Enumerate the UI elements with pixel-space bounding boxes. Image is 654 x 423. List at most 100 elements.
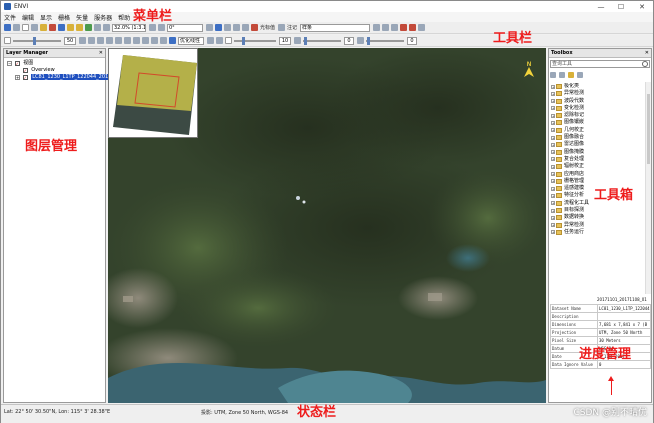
pan-icon[interactable]	[31, 24, 38, 31]
stretch-linear-icon[interactable]	[133, 37, 140, 44]
stop-icon[interactable]	[409, 24, 417, 31]
portal-icon[interactable]	[391, 24, 399, 31]
expand-icon[interactable]: +	[551, 208, 555, 213]
crosshair-icon[interactable]	[85, 24, 92, 31]
expand-icon[interactable]: +	[551, 135, 555, 140]
expand-icon[interactable]: +	[551, 201, 555, 206]
annotation-label[interactable]: 注记	[287, 24, 297, 31]
expand-icon[interactable]: +	[551, 150, 555, 155]
open-file-icon[interactable]	[4, 24, 11, 31]
collapse-icon[interactable]: −	[7, 61, 12, 66]
select-icon[interactable]	[22, 24, 29, 31]
toolbox-item[interactable]: + 图像掩膜	[551, 149, 641, 156]
brightness-value[interactable]: 50	[64, 36, 76, 45]
graph-icon[interactable]	[115, 37, 122, 44]
toolbox-item[interactable]: + 异常检测	[551, 222, 641, 229]
menu-file[interactable]: 文件	[4, 13, 16, 22]
toolbox-item[interactable]: + 应用商店	[551, 171, 641, 178]
zoom-in-icon[interactable]	[67, 24, 74, 31]
menu-help[interactable]: 帮助	[118, 13, 130, 22]
scrollbar-thumb[interactable]	[647, 94, 650, 164]
favorites-icon[interactable]	[568, 72, 574, 78]
layer-select[interactable]: 样条	[300, 23, 371, 32]
transparency-slider[interactable]	[366, 36, 404, 45]
sharpen-slider[interactable]	[303, 36, 341, 45]
swipe-icon[interactable]	[373, 24, 381, 31]
expand-icon[interactable]: +	[551, 128, 555, 133]
overview-checkbox[interactable]: ✓	[22, 68, 28, 73]
expand-icon[interactable]: +	[551, 91, 555, 96]
brightness-slider[interactable]	[13, 36, 61, 45]
menu-server[interactable]: 服务器	[94, 13, 112, 22]
stretch-custom-icon[interactable]	[169, 37, 176, 44]
expand-icon[interactable]: +	[551, 164, 555, 169]
search-icon[interactable]	[418, 24, 426, 31]
roi-icon[interactable]	[251, 24, 258, 31]
expand-icon[interactable]: +	[551, 230, 555, 235]
expand-icon[interactable]: +	[551, 84, 555, 89]
toolbox-item[interactable]: + 任务运行	[551, 229, 641, 236]
expand-icon[interactable]: +	[551, 142, 555, 147]
menu-vector[interactable]: 矢量	[76, 13, 88, 22]
fit-icon[interactable]	[103, 24, 110, 31]
contrast-slider[interactable]	[234, 36, 276, 45]
rotate-icon[interactable]	[58, 24, 65, 31]
menu-edit[interactable]: 编辑	[22, 13, 34, 22]
expand-icon[interactable]: +	[551, 106, 555, 111]
rotate-right-icon[interactable]	[158, 24, 165, 31]
histogram-icon[interactable]	[88, 37, 95, 44]
fly-icon[interactable]	[40, 24, 47, 31]
expand-icon[interactable]: +	[551, 172, 555, 177]
expand-icon[interactable]: +	[551, 120, 555, 125]
nav-icon[interactable]	[124, 37, 131, 44]
polygon-icon[interactable]	[278, 24, 286, 31]
menu-display[interactable]: 显示	[40, 13, 52, 22]
contrast-value[interactable]: 10	[279, 36, 291, 45]
pin-icon[interactable]	[49, 24, 56, 31]
flicker-icon[interactable]	[382, 24, 390, 31]
close-button[interactable]: ✕	[631, 1, 653, 12]
collapse-all-icon[interactable]	[550, 72, 556, 78]
band-icon[interactable]	[106, 37, 113, 44]
expand-icon[interactable]: +	[551, 157, 555, 162]
cursor-value-icon[interactable]	[215, 24, 222, 31]
scroll-lock-icon[interactable]	[79, 37, 86, 44]
vector-icon[interactable]	[233, 24, 240, 31]
rotate-left-icon[interactable]	[149, 24, 156, 31]
image-view[interactable]: N	[108, 48, 546, 403]
sharpen-value[interactable]: 0	[344, 36, 354, 45]
view-checkbox[interactable]: ✓	[14, 61, 20, 66]
refresh-icon[interactable]	[577, 72, 583, 78]
rotation-select[interactable]: 0°	[167, 23, 203, 32]
chart-icon[interactable]	[400, 24, 408, 31]
toolbox-item[interactable]: + 波段代数	[551, 98, 641, 105]
expand-icon[interactable]: +	[551, 223, 555, 228]
scale-select[interactable]: 32.0% (1:3.1	[112, 23, 146, 32]
expand-icon[interactable]: +	[551, 99, 555, 104]
measure-icon[interactable]	[242, 24, 249, 31]
overview-inset[interactable]	[108, 48, 198, 138]
expand-icon[interactable]: +	[15, 75, 20, 80]
stretch-select[interactable]: 优化线性	[178, 36, 204, 45]
menu-raster[interactable]: 栅格	[58, 13, 70, 22]
panel-close-icon[interactable]: ✕	[99, 49, 103, 57]
tree-overview[interactable]: ✓ Overview	[7, 67, 105, 74]
expand-icon[interactable]: +	[551, 179, 555, 184]
stretch-reset-icon[interactable]	[216, 37, 223, 44]
data-manager-icon[interactable]	[13, 24, 20, 31]
transparency-value[interactable]: 0	[407, 36, 417, 45]
cursor-value-label[interactable]: 光标值	[260, 24, 275, 31]
minimize-button[interactable]: —	[591, 1, 611, 12]
maximize-button[interactable]: ☐	[611, 1, 631, 12]
crosshairs-icon[interactable]	[224, 24, 231, 31]
toolbox-item[interactable]: + 异常检测	[551, 90, 641, 97]
stretch-apply-icon[interactable]	[207, 37, 214, 44]
expand-icon[interactable]: +	[551, 215, 555, 220]
layer-checkbox[interactable]: ✓	[22, 75, 28, 80]
tree-root[interactable]: − ✓ 视图	[7, 60, 105, 67]
toolbox-item[interactable]: + 辐射校正	[551, 163, 641, 170]
toolbox-item[interactable]: + 图像镶嵌	[551, 119, 641, 126]
stretch-log-icon[interactable]	[160, 37, 167, 44]
expand-icon[interactable]: +	[551, 113, 555, 118]
expand-all-icon[interactable]	[559, 72, 565, 78]
